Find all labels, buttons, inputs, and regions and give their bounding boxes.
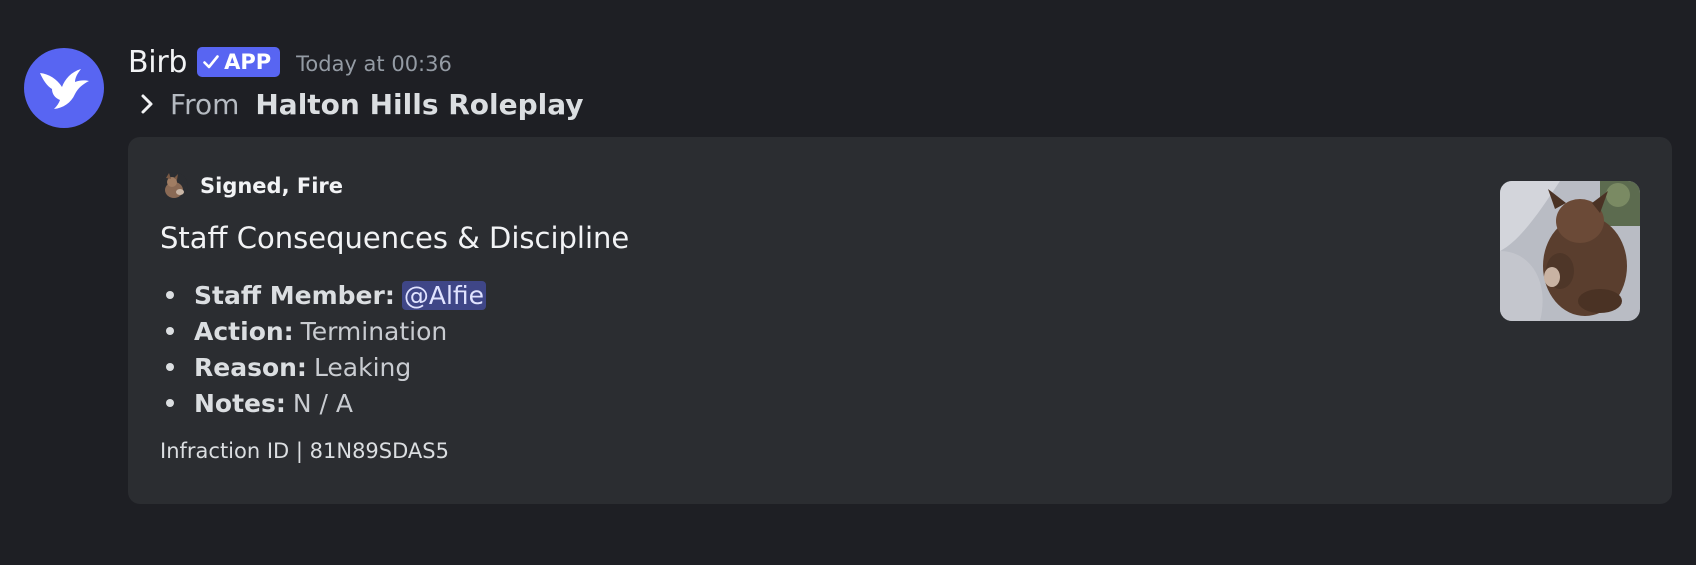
embed-footer: Infraction ID | 81N89SDAS5 — [160, 439, 449, 463]
list-item: Staff Member: @Alfie — [160, 277, 487, 313]
bird-logo-icon — [40, 69, 89, 109]
user-mention[interactable]: @Alfie — [401, 280, 487, 310]
message-header: Birb APP Today at 00:36 — [128, 42, 452, 82]
bullet — [166, 327, 174, 335]
avatar[interactable] — [24, 48, 104, 128]
chat-message: Birb APP Today at 00:36 From Halton Hill… — [0, 0, 1696, 565]
badge-label: APP — [224, 50, 272, 74]
check-icon — [203, 55, 219, 69]
embed-title: Staff Consequences & Discipline — [160, 221, 630, 255]
from-label: From — [170, 87, 240, 121]
timestamp[interactable]: Today at 00:36 — [296, 52, 452, 76]
field-key: Notes: — [194, 388, 286, 418]
field-list: Staff Member: @Alfie Action: Termination… — [160, 277, 487, 421]
bullet — [166, 363, 174, 371]
field-key: Staff Member: — [194, 280, 395, 310]
app-badge: APP — [197, 47, 281, 77]
field-value: Termination — [300, 316, 448, 346]
list-item: Reason: Leaking — [160, 349, 486, 385]
author-avatar — [160, 172, 188, 200]
chevron-right-icon — [136, 93, 158, 115]
username[interactable]: Birb — [128, 45, 187, 80]
field-key: Reason: — [194, 352, 307, 382]
embed-card: Signed, Fire Staff Consequences & Discip… — [128, 137, 1672, 504]
embed-thumbnail[interactable] — [1500, 181, 1640, 321]
field-value: Leaking — [313, 352, 412, 382]
list-item: Action: Termination — [160, 313, 486, 349]
bullet — [166, 399, 174, 407]
server-name-link[interactable]: Halton Hills Roleplay — [255, 88, 583, 121]
field-value: N / A — [292, 388, 354, 418]
embed-author: Signed, Fire — [160, 171, 343, 201]
forwarded-from: From Halton Hills Roleplay — [136, 86, 584, 122]
bullet — [166, 291, 174, 299]
list-item: Notes: N / A — [160, 385, 486, 421]
author-name: Signed, Fire — [200, 174, 344, 198]
field-key: Action: — [194, 316, 294, 346]
